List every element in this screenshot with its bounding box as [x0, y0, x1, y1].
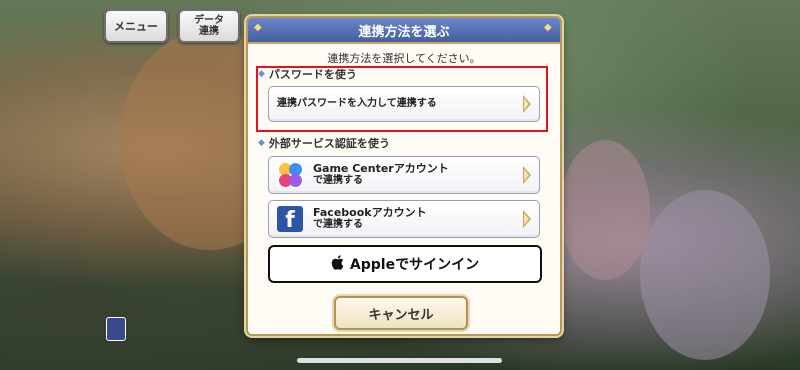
apple-icon — [331, 254, 344, 274]
home-indicator[interactable] — [297, 358, 502, 363]
ornament-icon: ◆ — [544, 22, 552, 33]
facebook-line1: Facebookアカウント — [313, 206, 427, 219]
arrow-right-icon — [523, 210, 531, 228]
section-label-text: 外部サービス認証を使う — [268, 137, 390, 150]
cancel-button[interactable]: キャンセル — [334, 296, 468, 330]
apple-signin-label: Appleでサインイン — [349, 257, 480, 273]
link-method-dialog: ◆ 連携方法を選ぶ ◆ 連携方法を選択してください。 ◆ パスワードを使う 連携… — [246, 16, 562, 336]
menu-button[interactable]: メニュー — [104, 9, 168, 43]
arrow-right-icon — [523, 166, 531, 184]
facebook-icon: f — [277, 206, 303, 232]
external-section-label: ◆ 外部サービス認証を使う — [258, 135, 390, 151]
facebook-link-button[interactable]: f Facebookアカウント で連携する — [268, 200, 540, 238]
data-link-button[interactable]: データ 連携 — [178, 9, 240, 43]
game-center-link-label: Game Centerアカウント で連携する — [313, 163, 449, 187]
apple-signin-button[interactable]: Appleでサインイン — [268, 245, 542, 283]
dialog-header: ◆ 連携方法を選ぶ ◆ — [248, 18, 560, 44]
facebook-line2: で連携する — [313, 219, 363, 230]
dialog-title: 連携方法を選ぶ — [358, 24, 450, 40]
ornament-icon: ◆ — [254, 22, 262, 33]
diamond-icon: ◆ — [258, 138, 265, 148]
game-center-line2: で連携する — [313, 175, 363, 186]
facebook-link-label: Facebookアカウント で連携する — [313, 207, 427, 231]
highlight-box — [256, 66, 548, 132]
game-center-line1: Game Centerアカウント — [313, 162, 449, 175]
game-center-icon — [277, 162, 303, 188]
dialog-subtitle: 連携方法を選択してください。 — [327, 52, 481, 65]
corner-badge-icon — [106, 317, 126, 341]
character-middle — [560, 140, 650, 280]
game-center-link-button[interactable]: Game Centerアカウント で連携する — [268, 156, 540, 194]
character-right — [640, 190, 770, 360]
